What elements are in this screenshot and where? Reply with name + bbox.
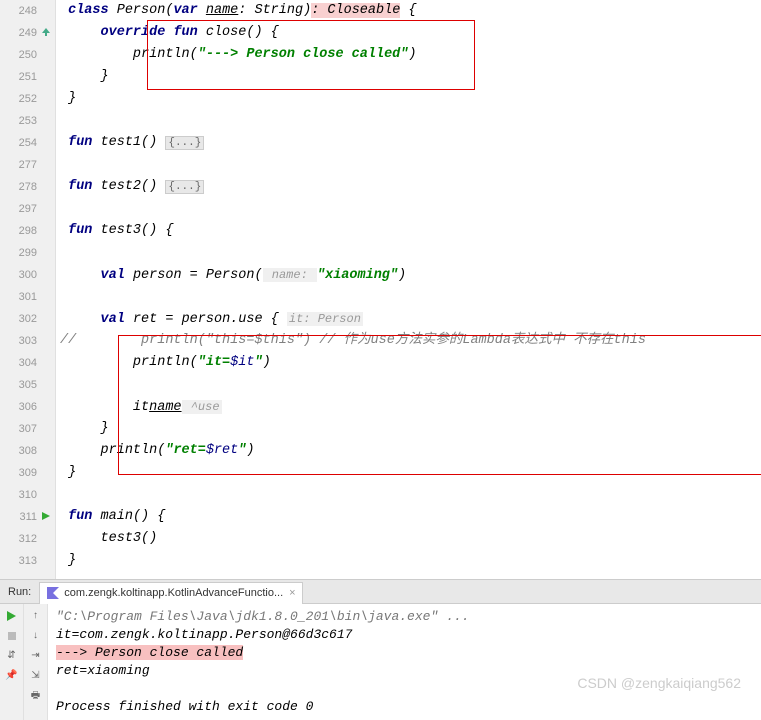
rerun-icon[interactable] <box>4 608 20 624</box>
fold-marker[interactable]: {...} <box>165 180 204 194</box>
output-line: it=com.zengk.koltinapp.Person@66d3c617 <box>56 626 753 644</box>
line-number: 303 <box>0 330 37 352</box>
up-icon[interactable]: ↑ <box>28 608 44 624</box>
code-line <box>60 374 761 396</box>
run-body: ⇵ 📌 ↑ ↓ ⇥ ⇲ 🖶 "C:\Program Files\Java\jdk… <box>0 604 761 720</box>
code-area[interactable]: class Person(var name: String): Closeabl… <box>56 0 761 579</box>
line-number: 312 <box>0 528 37 550</box>
line-number: 309 <box>0 462 37 484</box>
code-line: fun test2() {...} <box>60 176 761 198</box>
close-icon[interactable]: × <box>289 587 295 599</box>
code-line: println("it=$it") <box>60 352 761 374</box>
code-line: val person = Person( name: "xiaoming") <box>60 264 761 286</box>
code-line <box>60 198 761 220</box>
line-number: 313 <box>0 550 37 572</box>
wrap-icon[interactable]: ⇥ <box>28 648 44 664</box>
run-label: Run: <box>8 586 31 598</box>
code-editor[interactable]: 248 249 250 251 252 253 254 277 278 297 … <box>0 0 761 579</box>
line-number: 251 <box>0 66 37 88</box>
line-number: 298 <box>0 220 37 242</box>
output-line: ---> Person close called <box>56 644 753 662</box>
run-tab-label: com.zengk.koltinapp.KotlinAdvanceFunctio… <box>64 587 283 599</box>
line-number: 248 <box>0 0 37 22</box>
code-line: } <box>60 462 761 484</box>
code-line <box>60 286 761 308</box>
output-line: Process finished with exit code 0 <box>56 698 753 716</box>
line-number: 301 <box>0 286 37 308</box>
fold-marker[interactable]: {...} <box>165 136 204 150</box>
run-header: Run: com.zengk.koltinapp.KotlinAdvanceFu… <box>0 580 761 604</box>
layout-icon[interactable]: ⇵ <box>4 648 20 664</box>
output-line <box>56 680 753 698</box>
stop-icon[interactable] <box>4 628 20 644</box>
code-line <box>60 110 761 132</box>
gutter: 248 249 250 251 252 253 254 277 278 297 … <box>0 0 56 579</box>
run-gutter-icon[interactable] <box>39 509 53 523</box>
code-line: itname ^use <box>60 396 761 418</box>
line-number: 254 <box>0 132 37 154</box>
code-line: fun test3() { <box>60 220 761 242</box>
kotlin-icon <box>46 586 60 600</box>
code-line: fun main() { <box>60 506 761 528</box>
code-line <box>60 154 761 176</box>
code-line: } <box>60 66 761 88</box>
run-toolbar-left: ⇵ 📌 <box>0 604 24 720</box>
scroll-icon[interactable]: ⇲ <box>28 668 44 684</box>
line-number: 278 <box>0 176 37 198</box>
line-number: 253 <box>0 110 37 132</box>
line-number: 277 <box>0 154 37 176</box>
line-number: 308 <box>0 440 37 462</box>
line-number: 250 <box>0 44 37 66</box>
line-number: 311 <box>0 506 37 528</box>
print-icon[interactable]: 🖶 <box>28 688 44 704</box>
line-number: 297 <box>0 198 37 220</box>
run-output[interactable]: "C:\Program Files\Java\jdk1.8.0_201\bin\… <box>48 604 761 720</box>
line-number: 310 <box>0 484 37 506</box>
code-line: } <box>60 88 761 110</box>
line-number: 307 <box>0 418 37 440</box>
code-line: fun test1() {...} <box>60 132 761 154</box>
code-line: } <box>60 418 761 440</box>
down-icon[interactable]: ↓ <box>28 628 44 644</box>
line-number: 249 <box>0 22 37 44</box>
output-line: ret=xiaoming <box>56 662 753 680</box>
code-line: test3() <box>60 528 761 550</box>
code-line <box>60 484 761 506</box>
line-number: 300 <box>0 264 37 286</box>
output-line: "C:\Program Files\Java\jdk1.8.0_201\bin\… <box>56 608 753 626</box>
override-up-icon[interactable] <box>39 25 53 39</box>
line-number: 304 <box>0 352 37 374</box>
code-line: println("ret=$ret") <box>60 440 761 462</box>
run-toolbar-right: ↑ ↓ ⇥ ⇲ 🖶 <box>24 604 48 720</box>
line-number: 252 <box>0 88 37 110</box>
run-panel: Run: com.zengk.koltinapp.KotlinAdvanceFu… <box>0 579 761 707</box>
code-line: } <box>60 550 761 572</box>
line-number: 299 <box>0 242 37 264</box>
run-tab[interactable]: com.zengk.koltinapp.KotlinAdvanceFunctio… <box>39 582 302 604</box>
code-line <box>60 242 761 264</box>
code-line: val ret = person.use { it: Person <box>60 308 761 330</box>
code-line: override fun close() { <box>60 22 761 44</box>
code-line: println("---> Person close called") <box>60 44 761 66</box>
line-number: 305 <box>0 374 37 396</box>
line-number: 302 <box>0 308 37 330</box>
code-line: class Person(var name: String): Closeabl… <box>60 0 761 22</box>
code-line: // println("this=$this") // 作为use方法实参的La… <box>60 330 761 352</box>
pin-icon[interactable]: 📌 <box>4 668 20 684</box>
line-number: 306 <box>0 396 37 418</box>
